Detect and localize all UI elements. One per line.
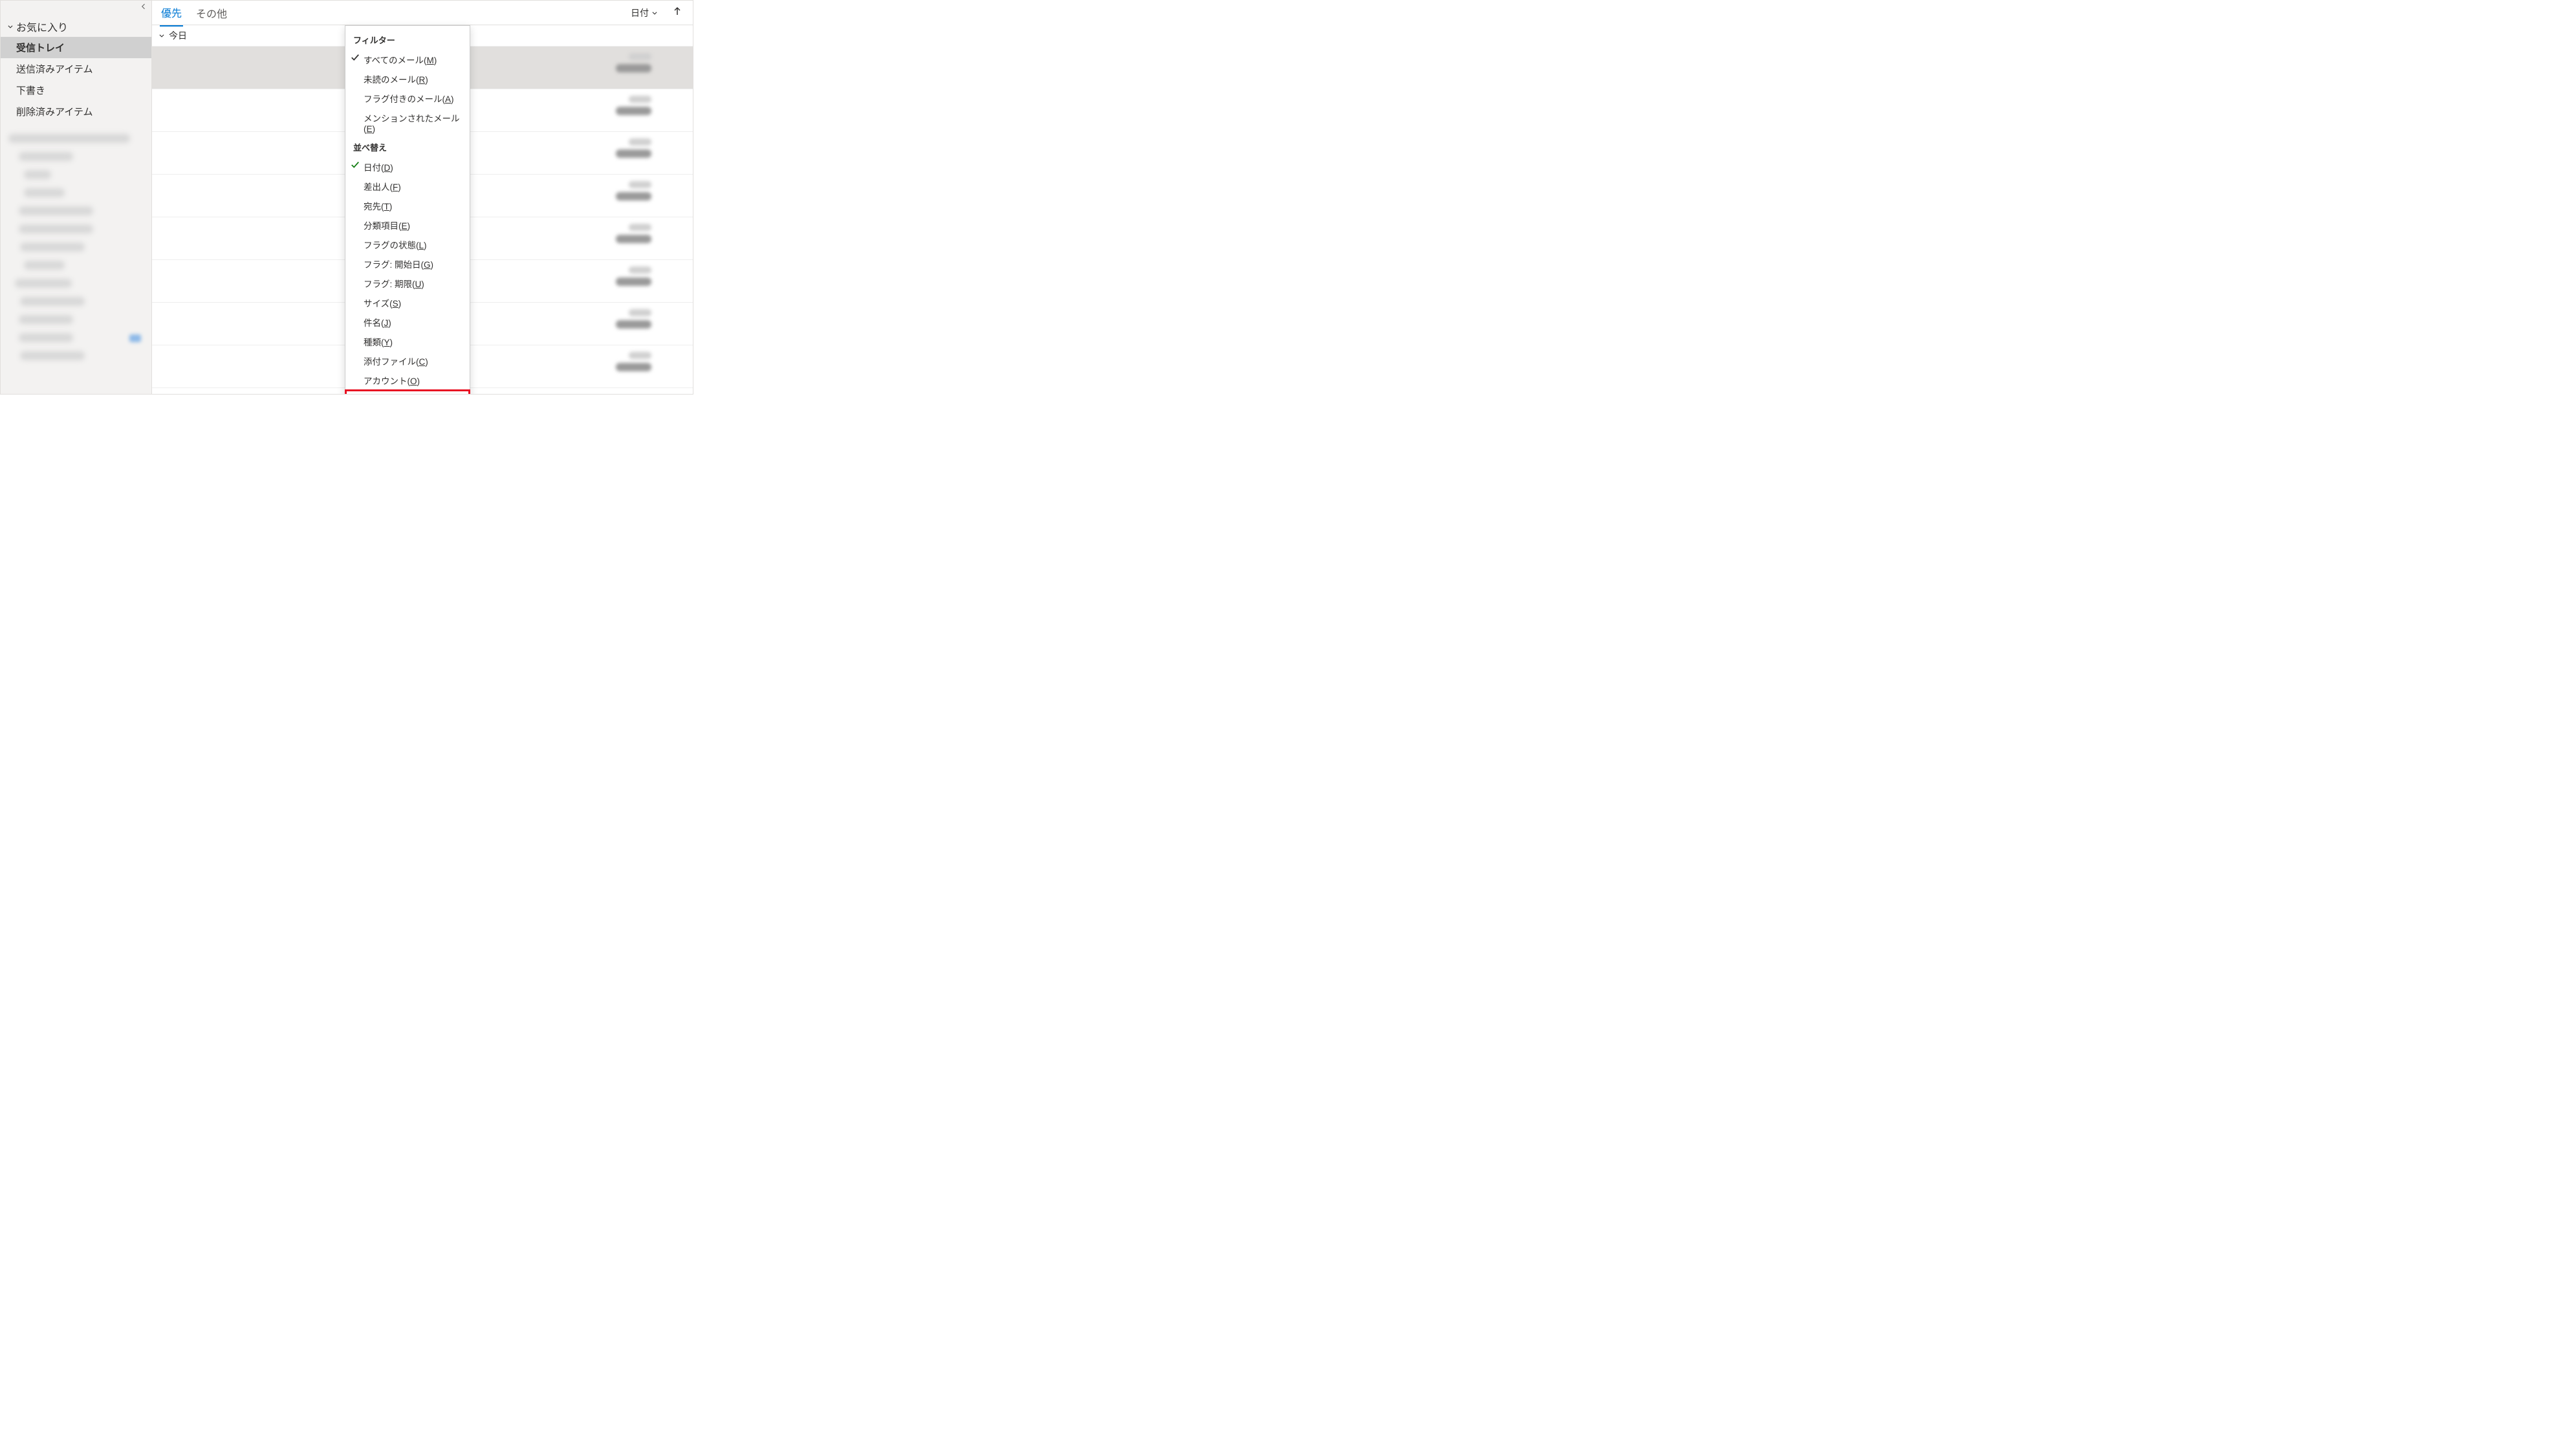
item-label: すべてのメール(M) <box>364 53 437 66</box>
item-label: フラグの状態(L) <box>364 238 427 251</box>
sort-item-8[interactable]: 件名(J) <box>345 312 470 332</box>
focused-other-tabs: 優先 その他 日付 <box>152 1 693 25</box>
filter-item-0[interactable]: すべてのメール(M) <box>345 50 470 69</box>
sort-item-7[interactable]: サイズ(S) <box>345 293 470 312</box>
sort-label: 日付 <box>631 6 649 19</box>
chevron-down-icon <box>7 23 14 30</box>
filter-item-1[interactable]: 未読のメール(R) <box>345 69 470 89</box>
item-label: 差出人(F) <box>364 180 401 193</box>
folder-label: 送信済みアイテム <box>16 64 93 75</box>
filter-section-title: フィルター <box>345 30 470 50</box>
sort-item-1[interactable]: 差出人(F) <box>345 177 470 196</box>
sort-item-0[interactable]: 日付(D) <box>345 157 470 177</box>
item-label: アカウント(O) <box>364 374 420 387</box>
folder-drafts[interactable]: 下書き <box>1 80 151 101</box>
sort-dropdown-button[interactable]: 日付 <box>631 6 658 19</box>
item-label: 未読のメール(R) <box>364 72 428 85</box>
item-label: フラグ付きのメール(A) <box>364 92 454 105</box>
tab-other[interactable]: その他 <box>195 0 228 26</box>
redacted-folder-tree <box>1 125 151 394</box>
sort-item-4[interactable]: フラグの状態(L) <box>345 235 470 254</box>
item-label: メンションされたメール(E) <box>364 111 463 134</box>
sort-item-10[interactable]: 添付ファイル(C) <box>345 351 470 371</box>
collapse-sidebar-button[interactable] <box>1 1 151 14</box>
folder-label: 削除済みアイテム <box>16 107 93 118</box>
item-label: 宛先(T) <box>364 199 392 212</box>
folder-inbox[interactable]: 受信トレイ <box>1 37 151 58</box>
folder-sent[interactable]: 送信済みアイテム <box>1 58 151 80</box>
favorites-label: お気に入り <box>16 19 68 34</box>
sort-item-2[interactable]: 宛先(T) <box>345 196 470 215</box>
item-label: 重要度(I) <box>364 393 398 395</box>
sort-item-6[interactable]: フラグ: 期限(U) <box>345 274 470 293</box>
item-label: 日付(D) <box>364 160 393 173</box>
sort-item-11[interactable]: アカウント(O) <box>345 371 470 390</box>
arrow-up-icon <box>673 6 681 16</box>
outlook-window: お気に入り 受信トレイ 送信済みアイテム 下書き 削除済みアイテム 優先 その <box>0 0 693 395</box>
item-label: 分類項目(E) <box>364 219 410 232</box>
sort-item-3[interactable]: 分類項目(E) <box>345 215 470 235</box>
sort-item-12[interactable]: 重要度(I) <box>345 390 470 395</box>
folder-label: 下書き <box>16 85 45 96</box>
chevron-down-icon <box>158 32 165 39</box>
item-label: フラグ: 開始日(G) <box>364 257 433 270</box>
sort-direction-button[interactable] <box>670 6 685 19</box>
folder-deleted[interactable]: 削除済みアイテム <box>1 101 151 122</box>
today-label: 今日 <box>169 29 187 42</box>
item-label: 件名(J) <box>364 316 391 329</box>
sort-section-title: 並べ替え <box>345 137 470 157</box>
filter-item-2[interactable]: フラグ付きのメール(A) <box>345 89 470 108</box>
folder-label: 受信トレイ <box>16 43 65 54</box>
chevron-down-icon <box>651 10 658 16</box>
chevron-left-icon <box>140 3 147 10</box>
item-label: 添付ファイル(C) <box>364 354 428 367</box>
message-list-pane: 優先 その他 日付 今日 フィルター すべ <box>152 1 693 394</box>
folder-sidebar: お気に入り 受信トレイ 送信済みアイテム 下書き 削除済みアイテム <box>1 1 152 394</box>
favorites-header[interactable]: お気に入り <box>1 16 151 37</box>
sort-filter-dropdown: フィルター すべてのメール(M) 未読のメール(R) フラグ付きのメール(A) メンシ… <box>345 25 470 395</box>
tab-focused[interactable]: 優先 <box>160 0 183 27</box>
favorites-section: お気に入り 受信トレイ 送信済みアイテム 下書き 削除済みアイテム <box>1 14 151 125</box>
sort-item-5[interactable]: フラグ: 開始日(G) <box>345 254 470 274</box>
item-label: 種類(Y) <box>364 335 393 348</box>
filter-item-3[interactable]: メンションされたメール(E) <box>345 108 470 137</box>
item-label: フラグ: 期限(U) <box>364 277 424 290</box>
check-icon <box>351 53 360 64</box>
sort-item-9[interactable]: 種類(Y) <box>345 332 470 351</box>
check-icon <box>351 160 360 171</box>
item-label: サイズ(S) <box>364 296 401 309</box>
